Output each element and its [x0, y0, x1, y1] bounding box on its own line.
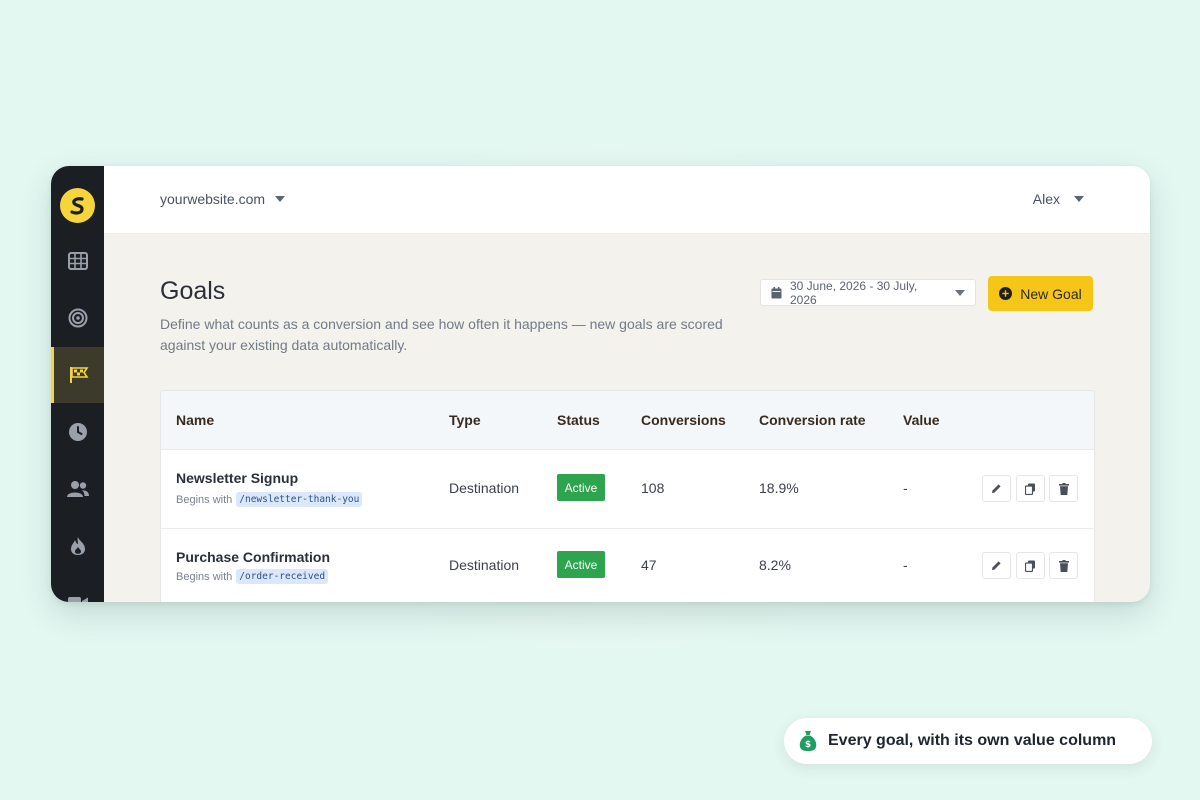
goal-conversions: 47	[641, 557, 657, 573]
sidebar-item-goals[interactable]	[51, 347, 104, 403]
main-content: Goals Define what counts as a conversion…	[104, 233, 1150, 602]
goal-rule: Begins with /order-received	[176, 569, 329, 584]
users-icon	[66, 481, 89, 497]
goal-rule-path: /newsletter-thank-you	[236, 492, 363, 507]
date-range-label: 30 June, 2026 - 30 July, 2026	[789, 278, 918, 307]
copy-icon	[1025, 560, 1035, 572]
sidebar-item-dashboard[interactable]	[51, 233, 104, 289]
plus-circle-icon	[999, 287, 1013, 300]
sidebar-item-recordings[interactable]	[51, 575, 104, 602]
copy-icon	[1025, 483, 1035, 495]
flag-icon	[70, 367, 89, 383]
feature-callout: $ Every goal, with its own value column	[784, 718, 1152, 764]
sidebar-item-history[interactable]	[51, 404, 104, 460]
goal-rule-prefix: Begins with	[176, 570, 233, 583]
goal-conversion-rate: 18.9%	[759, 480, 799, 496]
goal-type: Destination	[449, 557, 520, 573]
logo-icon	[69, 196, 84, 215]
edit-button[interactable]	[982, 552, 1011, 579]
goal-value: -	[903, 480, 908, 496]
chevron-down-icon	[955, 289, 965, 296]
column-header-value: Value	[903, 412, 940, 428]
goal-rule-prefix: Begins with	[176, 493, 233, 506]
column-header-type: Type	[449, 412, 481, 428]
status-badge: Active	[557, 551, 605, 578]
edit-button[interactable]	[982, 475, 1011, 502]
duplicate-button[interactable]	[1016, 475, 1045, 502]
goal-rule-path: /order-received	[236, 569, 329, 584]
user-name: Alex	[1032, 191, 1060, 207]
top-bar: yourwebsite.com Alex	[104, 166, 1150, 234]
svg-text:$: $	[805, 740, 811, 750]
chevron-down-icon	[1074, 196, 1084, 202]
sidebar-item-visitors[interactable]	[51, 461, 104, 517]
clock-icon	[68, 423, 87, 441]
table-header: Name Type Status Conversions Conversion …	[161, 391, 1094, 450]
target-icon	[68, 308, 87, 328]
duplicate-button[interactable]	[1016, 552, 1045, 579]
goal-name[interactable]: Newsletter Signup	[176, 470, 298, 486]
goal-conversion-rate: 8.2%	[759, 557, 791, 573]
callout-text: Every goal, with its own value column	[828, 732, 1117, 749]
goal-type: Destination	[449, 480, 520, 496]
date-range-picker[interactable]: 30 June, 2026 - 30 July, 2026	[760, 278, 976, 307]
pencil-icon	[992, 484, 1001, 493]
sidebar	[51, 166, 104, 602]
money-bag-icon: $	[799, 731, 817, 751]
delete-button[interactable]	[1049, 552, 1078, 579]
user-menu[interactable]: Alex	[1033, 191, 1084, 207]
goal-value: -	[903, 557, 908, 573]
chevron-down-icon	[275, 196, 286, 202]
new-goal-label: New Goal	[1020, 285, 1082, 302]
goal-rule: Begins with /newsletter-thank-you	[176, 492, 363, 507]
video-icon	[67, 597, 88, 602]
fire-icon	[70, 537, 85, 555]
delete-button[interactable]	[1049, 475, 1078, 502]
trash-icon	[1058, 559, 1069, 572]
page-title: Goals	[160, 277, 226, 305]
table-row[interactable]: Newsletter Signup Begins with /newslette…	[161, 450, 1094, 529]
pencil-icon	[992, 561, 1001, 570]
status-badge: Active	[557, 474, 605, 501]
app-window: yourwebsite.com Alex Goals Define what c…	[51, 166, 1150, 602]
trash-icon	[1058, 482, 1069, 495]
grid-icon	[67, 252, 88, 270]
column-header-status: Status	[557, 412, 600, 428]
calendar-icon	[771, 286, 782, 298]
sidebar-item-targets[interactable]	[51, 290, 104, 346]
sidebar-item-heatmaps[interactable]	[51, 518, 104, 574]
app-logo[interactable]	[60, 188, 95, 223]
column-header-name: Name	[176, 412, 215, 428]
goal-name[interactable]: Purchase Confirmation	[176, 549, 330, 565]
column-header-conversion-rate: Conversion rate	[759, 412, 866, 428]
column-header-conversions: Conversions	[641, 412, 726, 428]
goal-conversions: 108	[641, 480, 665, 496]
site-selector[interactable]: yourwebsite.com	[160, 191, 286, 207]
new-goal-button[interactable]: New Goal	[988, 276, 1093, 311]
page-description: Define what counts as a conversion and s…	[160, 316, 723, 353]
site-name: yourwebsite.com	[160, 191, 266, 207]
goals-table: Name Type Status Conversions Conversion …	[160, 390, 1095, 602]
table-row[interactable]: Purchase Confirmation Begins with /order…	[161, 529, 1094, 602]
